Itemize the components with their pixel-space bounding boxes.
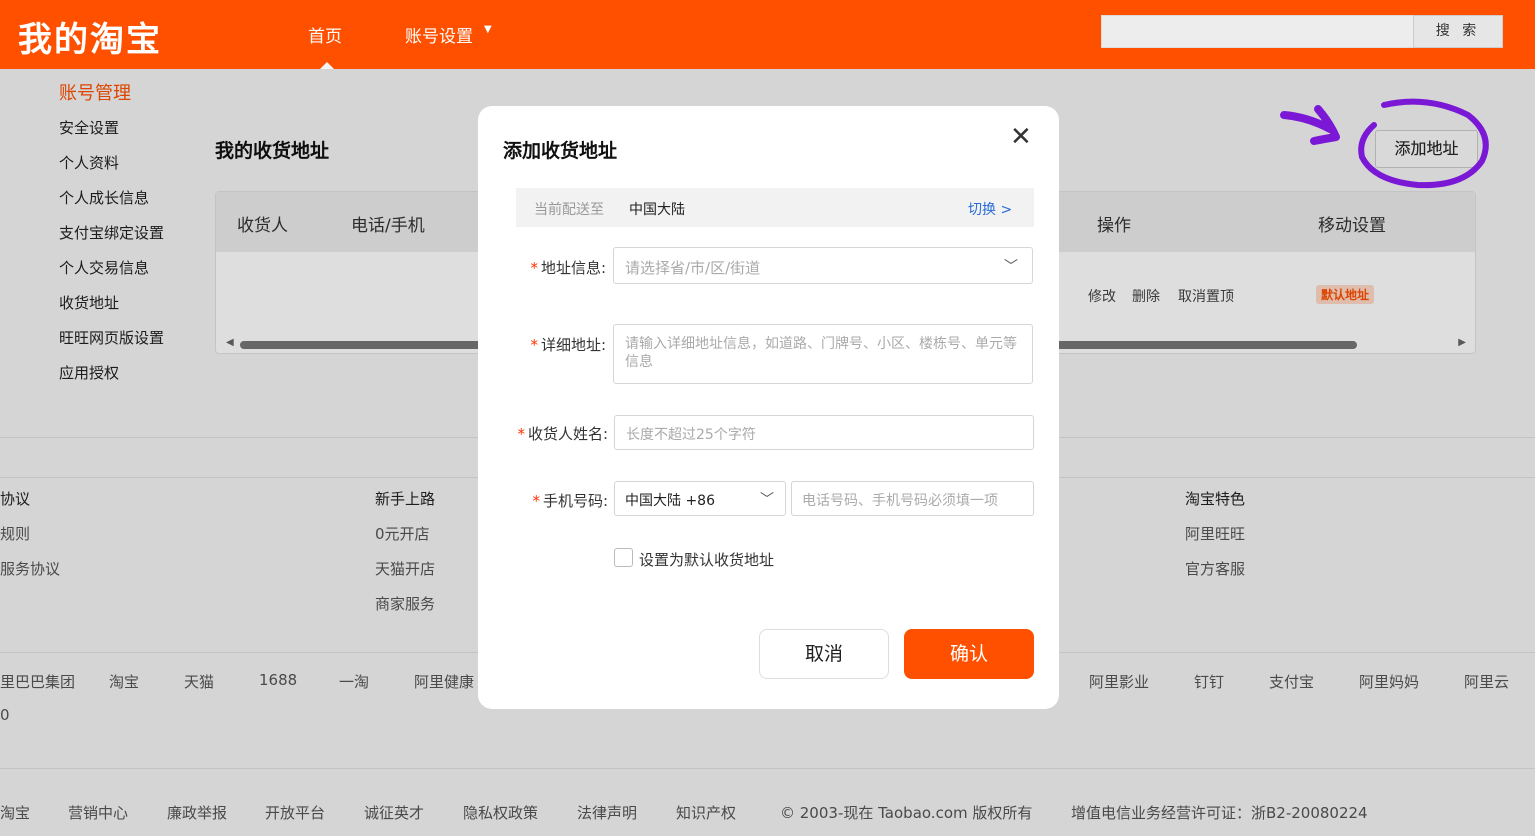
- chevron-down-icon[interactable]: ﹀: [760, 489, 774, 509]
- site-logo[interactable]: 我的淘宝: [18, 12, 162, 61]
- country-code-select[interactable]: 中国大陆 +86 ﹀: [614, 481, 786, 516]
- search-button[interactable]: 搜 索: [1413, 15, 1503, 48]
- chevron-down-icon[interactable]: ﹀: [1004, 256, 1018, 276]
- confirm-button[interactable]: 确认: [904, 629, 1034, 679]
- default-address-checkbox[interactable]: [614, 548, 633, 567]
- nav-active-indicator: [320, 62, 334, 69]
- name-label: * 收货人姓名:: [517, 425, 608, 443]
- caret-down-icon[interactable]: ▼: [484, 24, 492, 35]
- dialog-title: 添加收货地址: [503, 140, 618, 162]
- detail-placeholder: 请输入详细地址信息，如道路、门牌号、小区、楼栋号、单元等信息: [625, 336, 1017, 370]
- default-address-checkbox-label[interactable]: 设置为默认收货地址: [639, 549, 774, 570]
- address-placeholder: 请选择省/市/区/街道: [625, 259, 761, 277]
- region-switch-link[interactable]: 切换 >: [968, 199, 1012, 219]
- detail-address-textarea[interactable]: 请输入详细地址信息，如道路、门牌号、小区、楼栋号、单元等信息: [613, 324, 1033, 384]
- nav-home[interactable]: 首页: [308, 22, 342, 47]
- region-label: 当前配送至: [534, 202, 604, 218]
- detail-label: * 详细地址:: [530, 336, 606, 354]
- top-header: 我的淘宝 首页 账号设置 ▼ 搜 索: [0, 0, 1535, 69]
- phone-label: * 手机号码:: [532, 492, 608, 510]
- nav-account-settings[interactable]: 账号设置: [405, 22, 473, 47]
- cancel-button[interactable]: 取消: [759, 629, 889, 679]
- address-select[interactable]: 请选择省/市/区/街道 ﹀: [613, 247, 1033, 284]
- phone-placeholder: 电话号码、手机号码必须填一项: [802, 493, 998, 509]
- name-placeholder: 长度不超过25个字符: [626, 427, 756, 443]
- add-address-dialog: 添加收货地址 ✕ 当前配送至 中国大陆 切换 > * 地址信息: 请选择省/市/区…: [478, 106, 1059, 709]
- region-value: 中国大陆: [629, 202, 685, 218]
- add-address-button-label[interactable]: 添加地址: [1375, 130, 1478, 168]
- search-input[interactable]: [1101, 15, 1414, 48]
- address-label: * 地址信息:: [530, 259, 606, 277]
- delivery-region-bar: 当前配送至 中国大陆 切换 >: [516, 188, 1034, 227]
- country-code-value: 中国大陆 +86: [625, 493, 715, 509]
- phone-input[interactable]: 电话号码、手机号码必须填一项: [791, 481, 1034, 516]
- close-icon[interactable]: ✕: [1010, 124, 1032, 150]
- name-input[interactable]: 长度不超过25个字符: [614, 415, 1034, 450]
